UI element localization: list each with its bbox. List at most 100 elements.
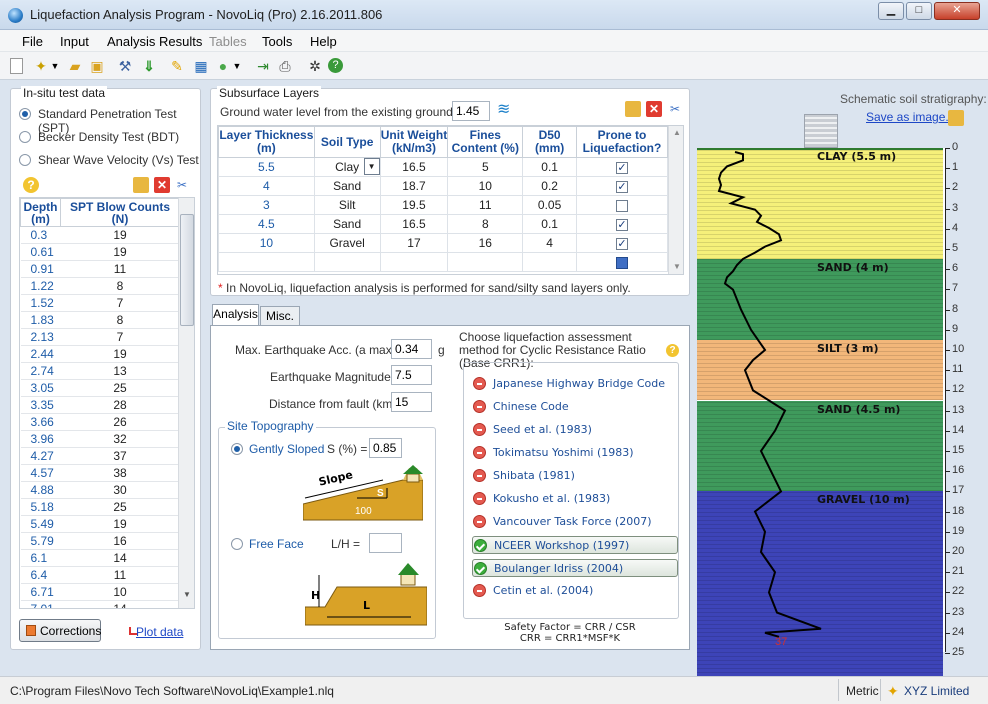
new-icon[interactable] (10, 58, 23, 74)
depth-cell[interactable]: 1.83 (20, 311, 61, 329)
maximize-button[interactable]: □ (906, 2, 932, 20)
fines-cell[interactable]: 16 (447, 233, 524, 253)
minimize-button[interactable]: ▁ (878, 2, 904, 20)
edit-icon[interactable]: ✎ (168, 57, 186, 75)
depth-cell[interactable]: 5.49 (20, 515, 61, 533)
depth-cell[interactable]: 3.96 (20, 430, 61, 448)
prone-cell[interactable]: ✓ (576, 157, 668, 177)
unit-weight-cell[interactable]: 19.5 (379, 195, 449, 215)
table-row[interactable]: 7.01 14 (20, 600, 180, 608)
depth-cell[interactable]: 7.01 (20, 600, 61, 608)
spt-count-cell[interactable]: 11 (60, 260, 180, 278)
wizard-icon[interactable]: ✦ (32, 57, 50, 75)
scroll-up-icon[interactable]: ▲ (673, 128, 681, 137)
spt-count-cell[interactable]: 25 (60, 498, 180, 516)
tab-analysis[interactable]: Analysis (212, 304, 259, 326)
free-face-label[interactable]: Free Face (249, 537, 304, 551)
free-face-radio[interactable] (231, 538, 243, 550)
cut-icon[interactable]: ✂ (174, 177, 190, 193)
magnitude-input[interactable] (391, 365, 432, 385)
method-item[interactable]: Cetin et al. (2004) (472, 582, 678, 600)
unit-weight-cell[interactable]: 16.5 (379, 157, 449, 177)
table-row[interactable]: 1.83 8 (20, 311, 180, 329)
gently-sloped-radio[interactable] (231, 443, 243, 455)
method-item[interactable]: Shibata (1981) (472, 467, 678, 485)
depth-cell[interactable]: 0.61 (20, 243, 61, 261)
prone-cell[interactable]: ✓ (576, 176, 668, 196)
d50-cell[interactable]: 0.05 (522, 195, 578, 215)
spt-count-cell[interactable]: 19 (60, 515, 180, 533)
lh-input[interactable] (369, 533, 402, 553)
d50-cell[interactable]: 0.1 (522, 157, 578, 177)
settings-icon[interactable]: ✲ (306, 57, 324, 75)
download-icon[interactable]: ⇓ (140, 57, 158, 75)
depth-cell[interactable]: 3.66 (20, 413, 61, 431)
spt-count-cell[interactable]: 26 (60, 413, 180, 431)
prone-checkbox[interactable]: ✓ (616, 161, 629, 174)
method-item[interactable]: Japanese Highway Bridge Code (472, 375, 678, 393)
spt-count-cell[interactable]: 19 (60, 226, 180, 244)
depth-cell[interactable]: 6.4 (20, 566, 61, 584)
table-row[interactable]: 4.27 37 (20, 447, 180, 465)
thickness-cell[interactable]: 10 (218, 233, 315, 253)
method-item[interactable]: Kokusho et al. (1983) (472, 490, 678, 508)
tool-icon[interactable]: ⚒ (116, 57, 134, 75)
corrections-button[interactable]: Corrections (19, 619, 101, 642)
menu-help[interactable]: Help (310, 34, 337, 49)
menu-file[interactable]: File (22, 34, 43, 49)
bdt-label[interactable]: Becker Density Test (BDT) (38, 130, 179, 144)
spt-count-cell[interactable]: 38 (60, 464, 180, 482)
unit-weight-cell[interactable]: 18.7 (379, 176, 449, 196)
close-button[interactable]: ✕ (934, 2, 980, 20)
layer-row[interactable]: 3 Silt 19.5 11 0.05 (218, 195, 668, 215)
spt-count-cell[interactable]: 19 (60, 345, 180, 363)
fines-cell[interactable]: 10 (447, 176, 524, 196)
depth-cell[interactable]: 6.1 (20, 549, 61, 567)
table-row[interactable]: 1.22 8 (20, 277, 180, 295)
method-item[interactable]: Boulanger Idriss (2004) (472, 559, 678, 577)
table-row[interactable]: 5.49 19 (20, 515, 180, 533)
prone-checkbox[interactable] (616, 199, 629, 212)
max-acc-input[interactable] (391, 339, 432, 359)
d50-cell[interactable]: 4 (522, 233, 578, 253)
prone-checkbox[interactable]: ✓ (616, 237, 629, 250)
globe-icon[interactable]: ● (214, 57, 232, 75)
layer-row[interactable]: 4.5 Sand 16.5 8 0.1 ✓ (218, 214, 668, 234)
soil-type-header[interactable]: Soil Type (313, 126, 381, 158)
table-row[interactable]: 2.13 7 (20, 328, 180, 346)
layer-row[interactable]: 4 Sand 18.7 10 0.2 ✓ (218, 176, 668, 196)
spt-count-cell[interactable]: 10 (60, 583, 180, 601)
spt-count-cell[interactable]: 8 (60, 277, 180, 295)
soil-type-cell[interactable]: Gravel (313, 233, 381, 253)
spt-radio[interactable] (19, 108, 31, 120)
menu-input[interactable]: Input (60, 34, 89, 49)
prone-header[interactable]: Prone to Liquefaction? (576, 126, 668, 158)
open-folder-icon[interactable] (625, 101, 641, 117)
print-icon[interactable]: ⎙ (276, 57, 294, 75)
methods-help-icon[interactable]: ? (666, 344, 679, 357)
method-item[interactable]: Seed et al. (1983) (472, 421, 678, 439)
method-item[interactable]: Chinese Code (472, 398, 678, 416)
slope-input[interactable] (369, 438, 402, 458)
depth-cell[interactable]: 1.22 (20, 277, 61, 295)
layer-scrollbar[interactable]: ▲ ▼ (668, 126, 683, 274)
vs-label[interactable]: Shear Wave Velocity (Vs) Test (38, 153, 199, 167)
bdt-radio[interactable] (19, 131, 31, 143)
d50-cell[interactable]: 0.2 (522, 176, 578, 196)
menu-tools[interactable]: Tools (262, 34, 292, 49)
spt-count-cell[interactable]: 25 (60, 379, 180, 397)
soil-type-cell[interactable]: Silt (313, 195, 381, 215)
table-row[interactable]: 0.3 19 (20, 226, 180, 244)
save-as-image-link[interactable]: Save as image... (866, 110, 955, 124)
new-row-checkbox[interactable] (616, 256, 629, 269)
table-row[interactable]: 0.91 11 (20, 260, 180, 278)
spt-count-cell[interactable]: 8 (60, 311, 180, 329)
spt-count-cell[interactable]: 14 (60, 549, 180, 567)
prone-cell[interactable]: ✓ (576, 214, 668, 234)
spt-count-cell[interactable]: 7 (60, 294, 180, 312)
table-icon[interactable]: ▦ (192, 57, 210, 75)
tab-misc[interactable]: Misc. (260, 306, 300, 326)
delete-icon[interactable]: ✕ (154, 177, 170, 193)
fines-header[interactable]: Fines Content (%) (447, 126, 524, 158)
layer-row[interactable]: 10 Gravel 17 16 4 ✓ (218, 233, 668, 253)
